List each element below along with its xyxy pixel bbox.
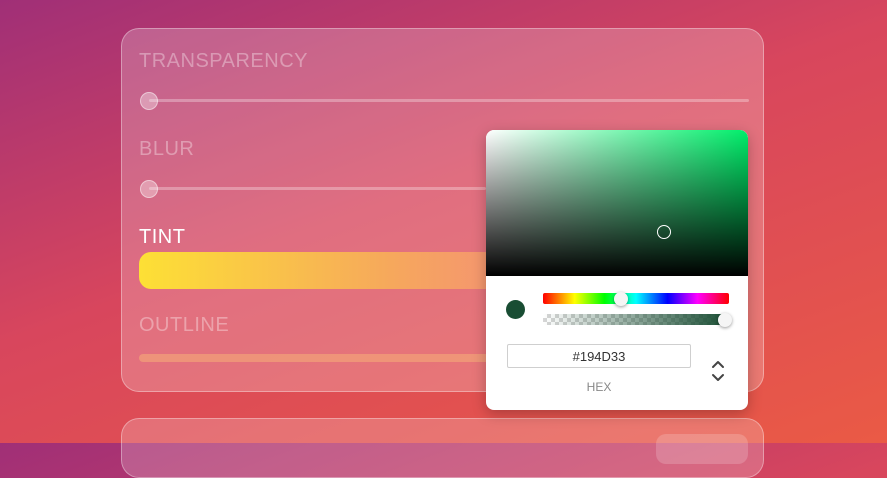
transparency-slider-track[interactable] [149,99,749,102]
outline-color-button[interactable] [139,354,499,362]
transparency-slider-thumb[interactable] [140,92,158,110]
color-picker-popover: HEX [486,130,748,410]
hue-slider[interactable] [543,293,729,304]
transparency-label: TRANSPARENCY [139,50,308,72]
alpha-slider-thumb[interactable] [718,312,732,327]
blur-slider-thumb[interactable] [140,180,158,198]
tint-label: TINT [139,226,186,248]
outline-label: OUTLINE [139,314,230,336]
blur-label: BLUR [139,138,195,160]
alpha-slider[interactable] [543,314,729,325]
hex-mode-label: HEX [586,380,612,394]
hue-slider-thumb[interactable] [614,291,629,306]
up-down-chevron-icon[interactable] [710,358,726,384]
secondary-panel-button[interactable] [656,434,748,464]
selected-color-swatch [506,300,525,319]
saturation-brightness-area[interactable] [486,130,748,276]
blur-slider-track[interactable] [149,187,486,190]
hex-input[interactable] [507,344,691,368]
